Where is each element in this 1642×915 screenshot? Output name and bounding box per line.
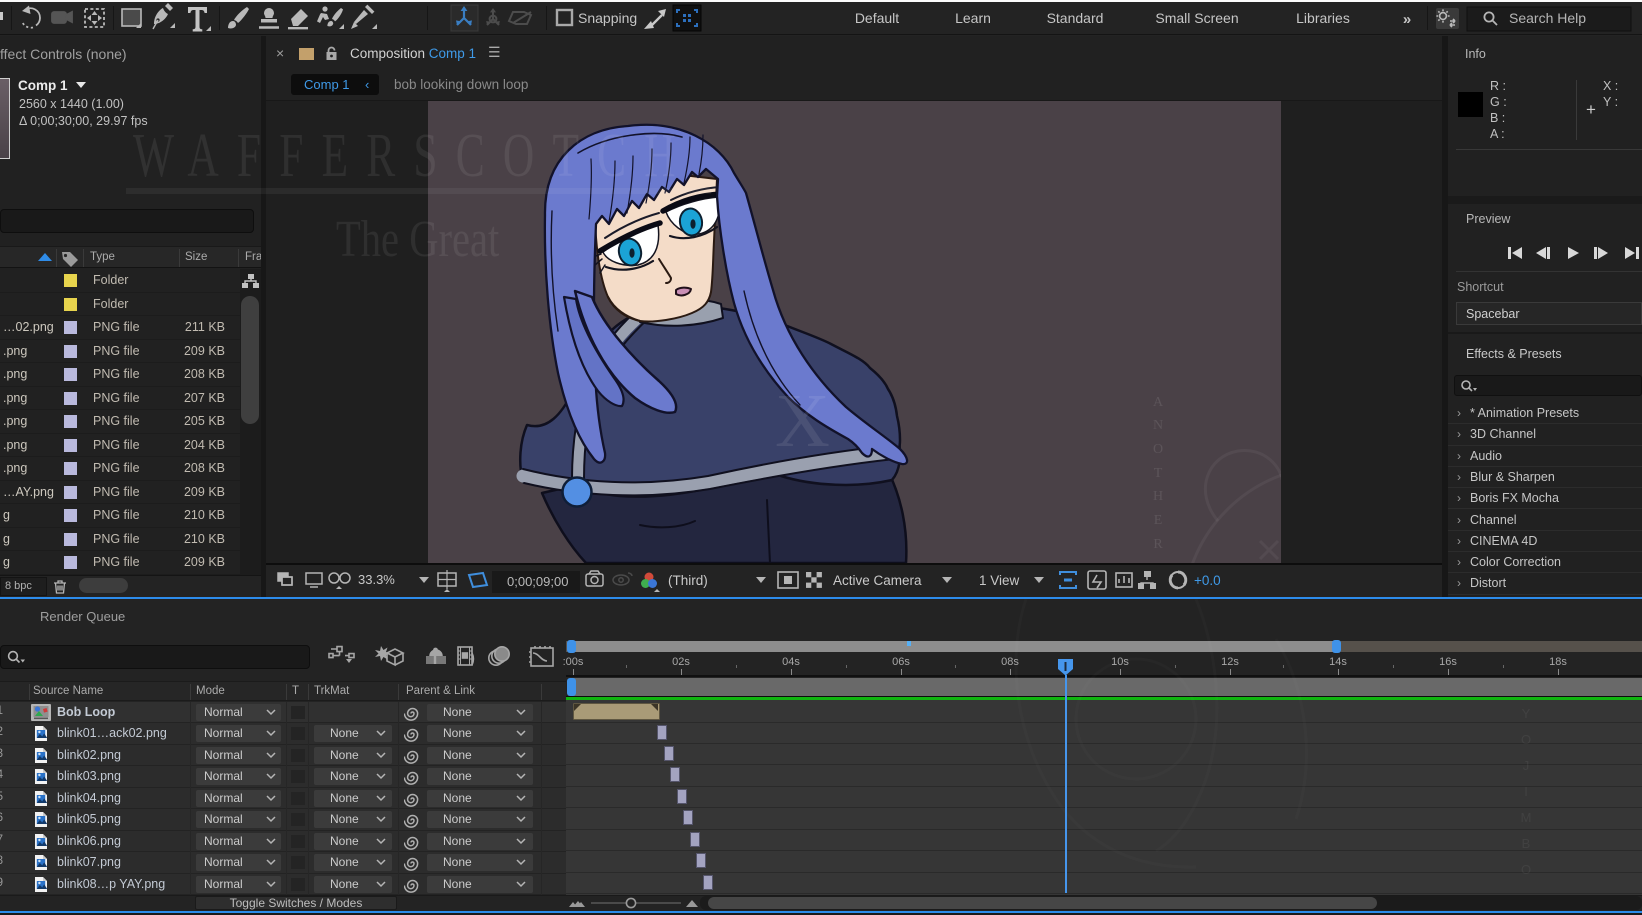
svg-text:1 View: 1 View	[979, 573, 1020, 588]
svg-text:A: A	[1153, 395, 1164, 410]
svg-text:R: R	[1153, 537, 1163, 552]
svg-text:Default: Default	[855, 10, 899, 26]
svg-text:Learn: Learn	[955, 10, 991, 26]
svg-text:33.3%: 33.3%	[358, 572, 395, 587]
svg-text:»: »	[1403, 11, 1411, 28]
svg-text:X: X	[775, 379, 830, 463]
svg-text:(Third): (Third)	[668, 573, 708, 588]
svg-text:T: T	[1154, 466, 1163, 481]
svg-text:Active Camera: Active Camera	[833, 573, 922, 588]
svg-text:0;00;09;00: 0;00;09;00	[507, 574, 568, 589]
svg-text:O: O	[1153, 442, 1163, 457]
svg-text:Small Screen: Small Screen	[1155, 10, 1238, 26]
svg-text:Search Help: Search Help	[1509, 10, 1586, 26]
svg-text:N: N	[1153, 418, 1163, 433]
svg-text:Libraries: Libraries	[1296, 10, 1350, 26]
svg-text:Snapping: Snapping	[578, 10, 637, 26]
svg-text:+0.0: +0.0	[1194, 573, 1221, 588]
svg-text:E: E	[1154, 513, 1163, 528]
svg-text:Standard: Standard	[1047, 10, 1104, 26]
svg-text:H: H	[1153, 489, 1163, 504]
